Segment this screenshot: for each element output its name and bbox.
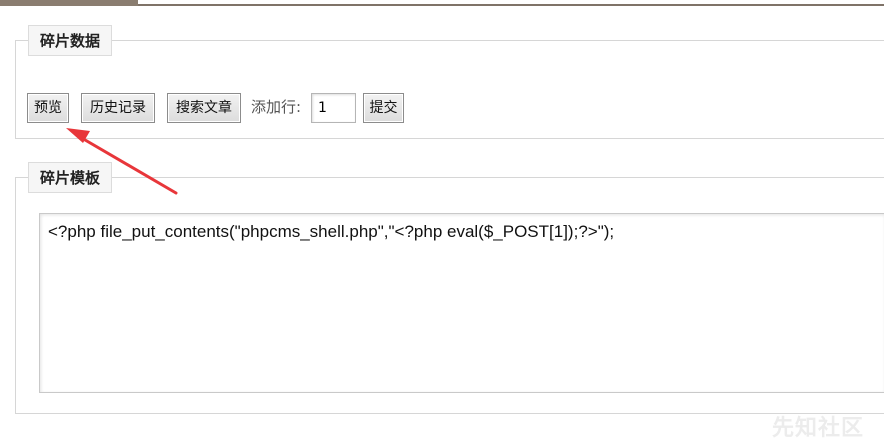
add-row-label: 添加行: — [251, 98, 302, 116]
fragment-data-panel — [15, 40, 884, 139]
nav-divider — [138, 4, 884, 6]
fragment-template-legend: 碎片模板 — [28, 162, 113, 193]
active-tab-indicator — [0, 0, 138, 6]
template-textarea[interactable]: <?php file_put_contents("phpcms_shell.ph… — [39, 213, 884, 393]
top-nav-strip — [0, 0, 884, 7]
watermark-text: 先知社区 — [771, 416, 864, 441]
add-row-input[interactable] — [311, 93, 356, 123]
history-button[interactable]: 历史记录 — [81, 93, 155, 123]
submit-button[interactable]: 提交 — [363, 93, 404, 123]
preview-button[interactable]: 预览 — [27, 93, 69, 123]
fragment-data-legend: 碎片数据 — [28, 25, 113, 56]
search-articles-button[interactable]: 搜索文章 — [167, 93, 241, 123]
